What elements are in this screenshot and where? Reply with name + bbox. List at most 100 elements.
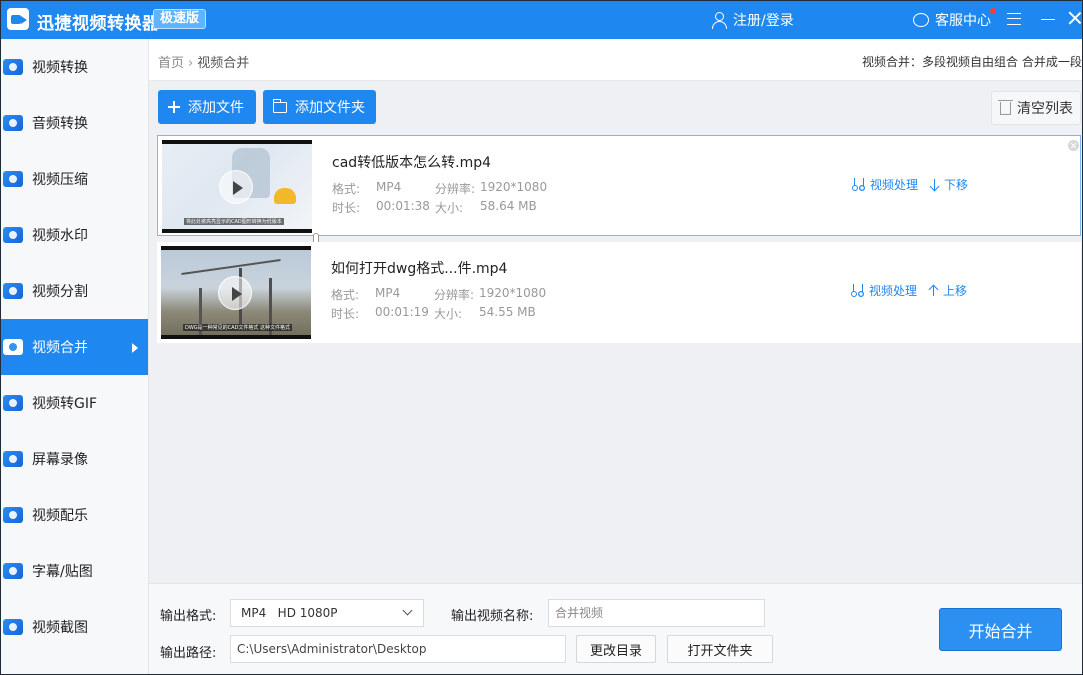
play-icon[interactable]: [219, 170, 253, 204]
sidebar-item-video-convert[interactable]: 视频转换: [1, 39, 148, 95]
scissors-icon: [851, 284, 863, 297]
video-merge-icon: [3, 339, 23, 355]
breadcrumb-home[interactable]: 首页: [158, 56, 184, 71]
output-format-select[interactable]: MP4 HD 1080P: [230, 599, 424, 627]
app-title: 迅捷视频转换器: [37, 14, 160, 34]
sidebar-item-video-merge[interactable]: 视频合并: [1, 319, 148, 375]
plus-icon: [168, 101, 180, 113]
video-caption: 将此处被高亮显示的CAD图形转换为低版本: [184, 218, 284, 225]
format-value: MP4: [376, 180, 402, 194]
size-label: 大小:: [435, 201, 464, 215]
login-button[interactable]: 注册/登录: [711, 10, 794, 30]
minimize-icon[interactable]: [1041, 19, 1055, 20]
sidebar-item-label: 音频转换: [32, 116, 88, 132]
video-process-button[interactable]: 视频处理: [852, 176, 918, 193]
sidebar-item-subtitle-sticker[interactable]: 字幕/贴图: [1, 543, 148, 599]
chevron-right-icon: [132, 343, 138, 353]
gif-icon: [3, 395, 23, 411]
sidebar-item-label: 视频截图: [32, 620, 88, 636]
move-down-label: 下移: [944, 178, 969, 192]
remove-file-icon[interactable]: [1068, 140, 1079, 151]
app-logo-icon: [7, 8, 29, 30]
output-path-input[interactable]: [230, 635, 566, 663]
file-item[interactable]: 将此处被高亮显示的CAD图形转换为低版本 cad转低版本怎么转.mp4 格式: …: [157, 135, 1081, 236]
video-caption: DWG是一种常见的CAD文件格式 这种文件格式: [183, 324, 293, 331]
user-icon: [711, 11, 727, 29]
move-up-label: 上移: [943, 284, 968, 298]
arrow-down-icon: [930, 178, 940, 191]
sidebar-item-video-watermark[interactable]: 视频水印: [1, 207, 148, 263]
customer-service-button[interactable]: 客服中心: [913, 10, 991, 30]
sidebar-item-label: 视频配乐: [32, 508, 88, 524]
close-icon[interactable]: [1067, 10, 1082, 26]
resolution-value: 1920*1080: [480, 180, 548, 194]
login-label: 注册/登录: [733, 13, 794, 29]
sidebar-item-video-music[interactable]: 视频配乐: [1, 487, 148, 543]
chat-icon: [913, 13, 929, 27]
sidebar-item-label: 字幕/贴图: [32, 564, 93, 580]
move-up-button[interactable]: 上移: [929, 282, 967, 299]
app-window: 迅捷视频转换器 极速版 注册/登录 客服中心 视频转换 音频转换 视频压缩 视频…: [0, 0, 1083, 675]
sidebar-item-label: 视频压缩: [32, 172, 88, 188]
menu-icon[interactable]: [1007, 13, 1021, 25]
file-item[interactable]: DWG是一种常见的CAD文件格式 这种文件格式 如何打开dwg格式...件.mp…: [157, 242, 1081, 343]
letterbox-bar: [161, 246, 311, 250]
clear-list-button[interactable]: 清空列表: [991, 91, 1081, 125]
sidebar-item-video-gif[interactable]: 视频转GIF: [1, 375, 148, 431]
video-split-icon: [3, 283, 23, 299]
change-directory-button[interactable]: 更改目录: [576, 635, 656, 663]
video-convert-icon: [3, 59, 23, 75]
move-down-button[interactable]: 下移: [930, 176, 968, 193]
format-label: 格式:: [332, 182, 361, 196]
feature-tip: 视频合并：多段视频自由组合 合并成一段: [862, 55, 1082, 69]
output-path-label: 输出路径:: [160, 646, 217, 661]
breadcrumb: 首页 › 视频合并: [158, 52, 249, 71]
format-value: MP4: [375, 286, 401, 300]
breadcrumb-current: 视频合并: [197, 56, 250, 71]
output-name-label: 输出视频名称:: [451, 609, 534, 624]
notification-dot: [990, 8, 996, 14]
size-value: 58.64 MB: [480, 199, 537, 213]
video-thumbnail[interactable]: 将此处被高亮显示的CAD图形转换为低版本: [162, 140, 312, 233]
video-watermark-icon: [3, 227, 23, 243]
letterbox-bar: [161, 335, 311, 339]
duration-label: 时长:: [332, 201, 361, 215]
output-name-input[interactable]: [548, 599, 765, 627]
sidebar-item-screen-record[interactable]: 屏幕录像: [1, 431, 148, 487]
resolution-label: 分辨率:: [434, 288, 475, 302]
duration-value: 00:01:38: [376, 199, 430, 213]
sidebar-item-label: 视频分割: [32, 284, 88, 300]
edition-badge: 极速版: [153, 9, 207, 29]
add-folder-label: 添加文件夹: [295, 100, 365, 116]
video-compress-icon: [3, 171, 23, 187]
sidebar-item-label: 屏幕录像: [32, 452, 88, 468]
file-name: cad转低版本怎么转.mp4: [332, 155, 492, 171]
sidebar-item-label: 视频转换: [32, 60, 88, 76]
resolution-value: 1920*1080: [479, 286, 547, 300]
sidebar-item-label: 视频转GIF: [32, 396, 98, 412]
sidebar-item-audio-convert[interactable]: 音频转换: [1, 95, 148, 151]
customer-service-label: 客服中心: [935, 13, 991, 29]
sidebar: 视频转换 音频转换 视频压缩 视频水印 视频分割 视频合并 视频转GIF 屏幕录…: [1, 39, 149, 674]
size-value: 54.55 MB: [479, 305, 536, 319]
sidebar-item-video-split[interactable]: 视频分割: [1, 263, 148, 319]
video-process-button[interactable]: 视频处理: [851, 282, 917, 299]
chevron-down-icon: [402, 605, 413, 616]
output-settings-panel: 输出格式: MP4 HD 1080P 输出视频名称: 输出路径: 更改目录 打开…: [149, 583, 1082, 674]
video-process-label: 视频处理: [869, 284, 918, 298]
main-panel: 首页 › 视频合并 视频合并：多段视频自由组合 合并成一段 添加文件 添加文件夹 清…: [149, 39, 1082, 674]
add-file-button[interactable]: 添加文件: [158, 90, 256, 124]
video-thumbnail[interactable]: DWG是一种常见的CAD文件格式 这种文件格式: [161, 246, 311, 339]
title-bar: 迅捷视频转换器 极速版 注册/登录 客服中心: [1, 1, 1082, 39]
output-format-value: MP4 HD 1080P: [241, 606, 338, 620]
start-merge-button[interactable]: 开始合并: [939, 608, 1062, 651]
add-folder-button[interactable]: 添加文件夹: [263, 90, 376, 124]
open-folder-button[interactable]: 打开文件夹: [667, 635, 773, 663]
play-icon[interactable]: [218, 276, 252, 310]
sidebar-item-video-compress[interactable]: 视频压缩: [1, 151, 148, 207]
sidebar-item-video-screenshot[interactable]: 视频截图: [1, 599, 148, 655]
letterbox-bar: [162, 140, 312, 144]
breadcrumb-separator: ›: [188, 56, 194, 71]
screen-record-icon: [3, 451, 23, 467]
duration-label: 时长:: [331, 307, 360, 321]
